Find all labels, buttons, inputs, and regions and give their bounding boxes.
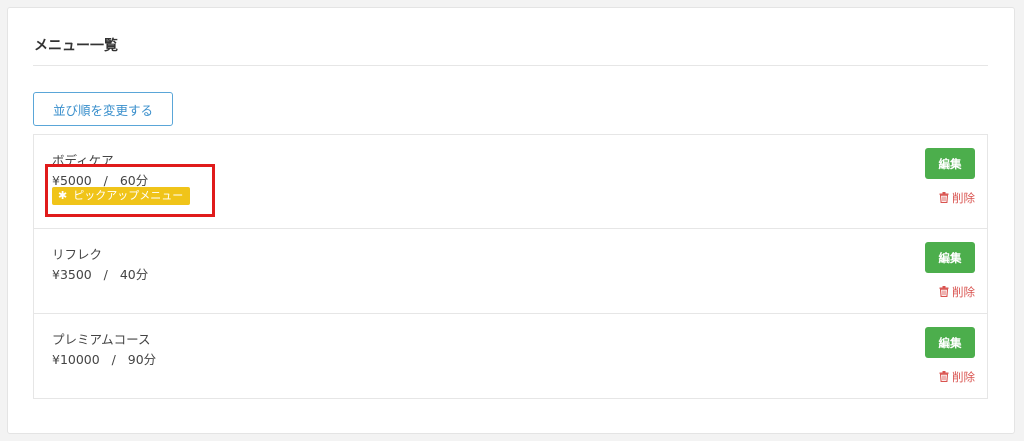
edit-button[interactable]: 編集	[925, 148, 975, 179]
menu-item-name: プレミアムコース	[52, 332, 151, 347]
delete-label: 削除	[952, 191, 975, 205]
page-title: メニュー一覧	[34, 38, 118, 54]
delete-label: 削除	[952, 285, 975, 299]
reorder-button[interactable]: 並び順を変更する	[33, 92, 173, 126]
asterisk-icon: ✱	[58, 189, 68, 202]
menu-item-row: リフレク ¥3500 / 40分 編集 削除	[34, 228, 987, 313]
delete-link[interactable]: 削除	[939, 190, 975, 206]
menu-item-name: ボディケア	[52, 153, 114, 168]
trash-icon	[939, 286, 949, 297]
delete-link[interactable]: 削除	[939, 369, 975, 385]
edit-button[interactable]: 編集	[925, 327, 975, 358]
menu-list: ボディケア ¥5000 / 60分 ✱ ピックアップメニュー 編集 削除 リフレク…	[33, 134, 988, 399]
delete-link[interactable]: 削除	[939, 284, 975, 300]
menu-list-panel: メニュー一覧 並び順を変更する ボディケア ¥5000 / 60分 ✱ ピックアッ…	[7, 7, 1015, 434]
trash-icon	[939, 371, 949, 382]
menu-item-price-duration: ¥3500 / 40分	[52, 267, 149, 282]
menu-item-row: ボディケア ¥5000 / 60分 ✱ ピックアップメニュー 編集 削除	[34, 135, 987, 228]
pickup-badge: ✱ ピックアップメニュー	[52, 187, 191, 205]
title-divider	[33, 65, 988, 66]
delete-label: 削除	[952, 370, 975, 384]
edit-button[interactable]: 編集	[925, 242, 975, 273]
trash-icon	[939, 192, 949, 203]
pickup-badge-label: ピックアップメニュー	[73, 189, 184, 202]
menu-item-name: リフレク	[52, 247, 103, 262]
menu-item-row: プレミアムコース ¥10000 / 90分 編集 削除	[34, 313, 987, 398]
menu-item-price-duration: ¥10000 / 90分	[52, 352, 157, 367]
